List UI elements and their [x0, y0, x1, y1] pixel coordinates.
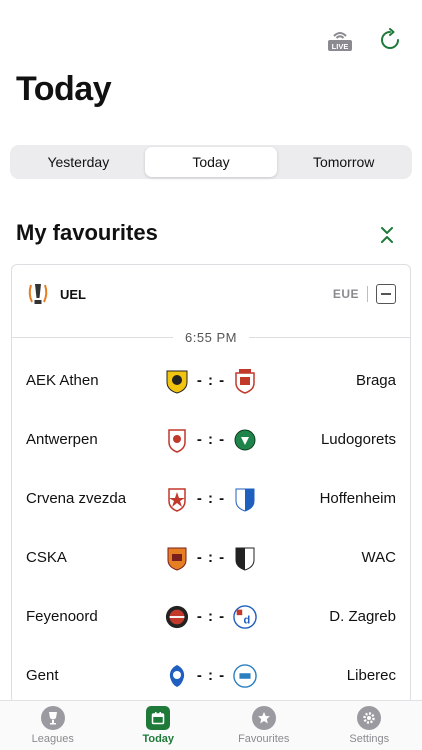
- score: - : -: [196, 667, 226, 684]
- page-title: Today: [16, 70, 112, 108]
- score: - : -: [196, 490, 226, 507]
- bottom-tab-bar: Leagues Today Favourites Settings: [0, 700, 422, 750]
- home-team: Crvena zvezda: [26, 490, 127, 507]
- gent-crest-icon: [169, 664, 184, 687]
- match-row[interactable]: Crvena zvezda - : - Hoffenheim: [12, 469, 410, 528]
- match-row[interactable]: AEK Athen - : - Braga: [12, 351, 410, 410]
- league-header[interactable]: UEL EUE: [12, 265, 410, 323]
- live-label: LIVE: [332, 42, 349, 51]
- aek-athen-crest-icon: [166, 370, 188, 394]
- gear-icon: [357, 706, 382, 730]
- tab-leagues[interactable]: Leagues: [0, 701, 106, 750]
- away-team: WAC: [361, 549, 396, 566]
- match-row[interactable]: Gent - : - Liberec: [12, 646, 410, 703]
- kickoff-time: 6:55 PM: [173, 329, 249, 345]
- star-icon: [251, 706, 276, 730]
- match-row[interactable]: Antwerpen - : - Ludogorets: [12, 410, 410, 469]
- refresh-icon: [381, 28, 399, 49]
- score: - : -: [196, 608, 226, 625]
- dinamo-zagreb-crest-icon: d: [233, 604, 257, 629]
- refresh-button[interactable]: [376, 26, 404, 54]
- tab-label: Today: [142, 733, 175, 745]
- tab-label: Settings: [349, 733, 390, 745]
- league-name: UEL: [60, 286, 86, 302]
- away-team: Liberec: [346, 667, 396, 684]
- cska-crest-icon: [167, 547, 187, 571]
- away-team: Hoffenheim: [319, 490, 396, 507]
- hoffenheim-crest-icon: [235, 488, 255, 512]
- tab-label: Leagues: [31, 733, 74, 745]
- live-button[interactable]: LIVE: [326, 26, 354, 54]
- top-toolbar: LIVE: [326, 26, 404, 54]
- home-team: AEK Athen: [26, 372, 99, 389]
- kickoff-time-row: 6:55 PM: [12, 323, 410, 351]
- tab-today[interactable]: Today: [106, 701, 212, 750]
- score: - : -: [196, 372, 226, 389]
- braga-crest-icon: [235, 368, 255, 394]
- segment-tomorrow[interactable]: Tomorrow: [277, 147, 410, 177]
- favourites-title: My favourites: [16, 220, 158, 245]
- match-row[interactable]: CSKA - : - WAC: [12, 528, 410, 587]
- live-tv-icon: LIVE: [328, 32, 352, 51]
- league-region: EUE: [332, 287, 359, 301]
- collapse-league-button[interactable]: [376, 284, 396, 304]
- europa-league-logo-icon: [28, 284, 48, 304]
- away-team: Ludogorets: [320, 431, 396, 448]
- collapse-chevrons-icon: [381, 227, 393, 243]
- minus-icon: [381, 293, 391, 295]
- league-card: UEL EUE 6:55 PM AEK Athen - : - Braga An…: [11, 264, 411, 704]
- crvena-zvezda-crest-icon: [168, 487, 186, 512]
- calendar-icon: [146, 706, 171, 730]
- day-segmented-control: Yesterday Today Tomorrow: [10, 145, 412, 179]
- home-team: Feyenoord: [26, 608, 98, 625]
- segment-yesterday[interactable]: Yesterday: [12, 147, 145, 177]
- liberec-crest-icon: [233, 663, 257, 688]
- antwerpen-crest-icon: [168, 428, 186, 453]
- svg-text:d: d: [244, 614, 251, 626]
- ludogorets-crest-icon: [234, 429, 256, 450]
- score: - : -: [196, 431, 226, 448]
- away-team: Braga: [355, 372, 396, 389]
- divider: [367, 286, 368, 302]
- tab-label: Favourites: [238, 733, 290, 745]
- wac-crest-icon: [235, 547, 255, 571]
- away-team: D. Zagreb: [329, 608, 396, 625]
- segment-today[interactable]: Today: [144, 147, 278, 177]
- home-team: Gent: [26, 667, 59, 684]
- home-team: CSKA: [26, 549, 67, 566]
- trophy-icon: [40, 706, 65, 730]
- feyenoord-crest-icon: [165, 605, 188, 628]
- collapse-all-button[interactable]: [378, 224, 396, 246]
- score: - : -: [196, 549, 226, 566]
- tab-favourites[interactable]: Favourites: [211, 701, 317, 750]
- tab-settings[interactable]: Settings: [317, 701, 422, 750]
- match-row[interactable]: Feyenoord - : - d D. Zagreb: [12, 587, 410, 646]
- home-team: Antwerpen: [26, 431, 98, 448]
